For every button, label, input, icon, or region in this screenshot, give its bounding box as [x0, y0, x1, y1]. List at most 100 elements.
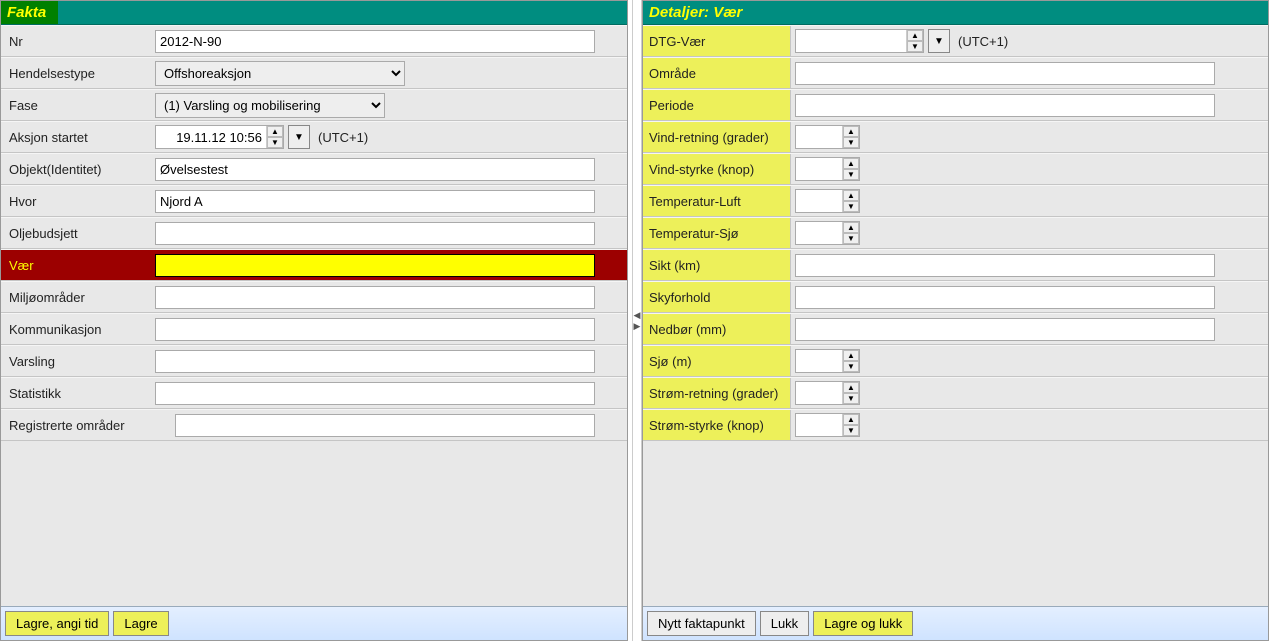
row-varsling: Varsling	[1, 345, 627, 377]
spin-down-icon[interactable]: ▼	[843, 361, 859, 372]
row-temp-sjo: Temperatur-Sjø ▲▼	[643, 217, 1268, 249]
spin-up-icon[interactable]: ▲	[843, 190, 859, 201]
row-temp-luft: Temperatur-Luft ▲▼	[643, 185, 1268, 217]
input-sjo[interactable]	[796, 350, 842, 372]
calendar-dropdown-icon[interactable]: ▼	[928, 29, 950, 53]
spin-up-icon[interactable]: ▲	[843, 158, 859, 169]
label-statistikk: Statistikk	[5, 386, 155, 401]
input-temp-sjo[interactable]	[796, 222, 842, 244]
label-vind-styrke: Vind-styrke (knop)	[643, 154, 791, 184]
fakta-title: Fakta	[1, 1, 58, 24]
spin-dtg[interactable]: ▲▼	[906, 30, 923, 52]
row-sjo: Sjø (m) ▲▼	[643, 345, 1268, 377]
input-nedbor[interactable]	[795, 318, 1215, 341]
label-fase: Fase	[5, 98, 155, 113]
row-periode: Periode	[643, 89, 1268, 121]
input-objekt[interactable]	[155, 158, 595, 181]
input-sikt[interactable]	[795, 254, 1215, 277]
input-periode[interactable]	[795, 94, 1215, 117]
input-miljo[interactable]	[155, 286, 595, 309]
spinner-vind-retning[interactable]: ▲▼	[795, 125, 860, 149]
label-strom-styrke: Strøm-styrke (knop)	[643, 410, 791, 440]
nytt-faktapunkt-button[interactable]: Nytt faktapunkt	[647, 611, 756, 636]
input-skyforhold[interactable]	[795, 286, 1215, 309]
datetime-aksjon[interactable]: ▲▼	[155, 125, 284, 149]
detaljer-panel: Detaljer: Vær DTG-Vær ▲▼ ▼ (UTC+1) Områd…	[642, 0, 1269, 641]
input-statistikk[interactable]	[155, 382, 595, 405]
input-komm[interactable]	[155, 318, 595, 341]
select-fase[interactable]: (1) Varsling og mobilisering	[155, 93, 385, 118]
label-objekt: Objekt(Identitet)	[5, 162, 155, 177]
input-vaer[interactable]	[155, 254, 595, 277]
input-omrade[interactable]	[795, 62, 1215, 85]
select-hendelsestype[interactable]: Offshoreaksjon	[155, 61, 405, 86]
row-vaer[interactable]: Vær	[1, 249, 627, 281]
spin-down-icon[interactable]: ▼	[843, 393, 859, 404]
input-strom-styrke[interactable]	[796, 414, 842, 436]
input-varsling[interactable]	[155, 350, 595, 373]
spin-down-icon[interactable]: ▼	[843, 201, 859, 212]
lukk-button[interactable]: Lukk	[760, 611, 809, 636]
splitter[interactable]: ◀ ▶	[632, 0, 642, 641]
fakta-body: Nr Hendelsestype Offshoreaksjon Fase (1)…	[1, 25, 627, 606]
spin-aksjon[interactable]: ▲▼	[266, 126, 283, 148]
chevron-left-icon: ◀	[634, 311, 641, 320]
spin-down-icon[interactable]: ▼	[843, 425, 859, 436]
label-sikt: Sikt (km)	[643, 250, 791, 280]
input-hvor[interactable]	[155, 190, 595, 213]
spinner-strom-styrke[interactable]: ▲▼	[795, 413, 860, 437]
input-oljebudsjett[interactable]	[155, 222, 595, 245]
spinner-temp-luft[interactable]: ▲▼	[795, 189, 860, 213]
spin-up-icon[interactable]: ▲	[843, 382, 859, 393]
spin-up-icon[interactable]: ▲	[907, 30, 923, 41]
fakta-footer: Lagre, angi tid Lagre	[1, 606, 627, 640]
spinner-vind-styrke[interactable]: ▲▼	[795, 157, 860, 181]
spin-down-icon[interactable]: ▼	[843, 169, 859, 180]
row-fase: Fase (1) Varsling og mobilisering	[1, 89, 627, 121]
input-vind-styrke[interactable]	[796, 158, 842, 180]
spin-down-icon[interactable]: ▼	[843, 233, 859, 244]
row-objekt: Objekt(Identitet)	[1, 153, 627, 185]
label-hvor: Hvor	[5, 194, 155, 209]
label-vaer: Vær	[5, 258, 155, 273]
row-omrade: Område	[643, 57, 1268, 89]
suffix-utc-right: (UTC+1)	[954, 34, 1008, 49]
input-dtg[interactable]	[796, 30, 906, 52]
label-omrade: Område	[643, 58, 791, 88]
lagre-button[interactable]: Lagre	[113, 611, 168, 636]
lagre-angi-tid-button[interactable]: Lagre, angi tid	[5, 611, 109, 636]
label-sjo: Sjø (m)	[643, 346, 791, 376]
label-nedbor: Nedbør (mm)	[643, 314, 791, 344]
spin-down-icon[interactable]: ▼	[907, 41, 923, 52]
input-reg[interactable]	[175, 414, 595, 437]
input-strom-retning[interactable]	[796, 382, 842, 404]
input-nr[interactable]	[155, 30, 595, 53]
input-aksjon-startet[interactable]	[156, 126, 266, 148]
row-miljo: Miljøområder	[1, 281, 627, 313]
spinner-sjo[interactable]: ▲▼	[795, 349, 860, 373]
input-vind-retning[interactable]	[796, 126, 842, 148]
label-strom-retning: Strøm-retning (grader)	[643, 378, 791, 408]
spin-down-icon[interactable]: ▼	[267, 137, 283, 148]
spinner-strom-retning[interactable]: ▲▼	[795, 381, 860, 405]
row-strom-retning: Strøm-retning (grader) ▲▼	[643, 377, 1268, 409]
spin-up-icon[interactable]: ▲	[843, 414, 859, 425]
spinner-temp-sjo[interactable]: ▲▼	[795, 221, 860, 245]
input-temp-luft[interactable]	[796, 190, 842, 212]
suffix-utc-left: (UTC+1)	[314, 130, 368, 145]
spin-up-icon[interactable]: ▲	[843, 126, 859, 137]
label-varsling: Varsling	[5, 354, 155, 369]
spin-up-icon[interactable]: ▲	[843, 222, 859, 233]
row-nedbor: Nedbør (mm)	[643, 313, 1268, 345]
spin-down-icon[interactable]: ▼	[843, 137, 859, 148]
spin-up-icon[interactable]: ▲	[267, 126, 283, 137]
row-hvor: Hvor	[1, 185, 627, 217]
row-reg: Registrerte områder	[1, 409, 627, 441]
row-dtg: DTG-Vær ▲▼ ▼ (UTC+1)	[643, 25, 1268, 57]
lagre-og-lukk-button[interactable]: Lagre og lukk	[813, 611, 913, 636]
chevron-right-icon: ▶	[634, 322, 641, 331]
detaljer-title: Detaljer: Vær	[643, 1, 754, 24]
spin-up-icon[interactable]: ▲	[843, 350, 859, 361]
calendar-dropdown-icon[interactable]: ▼	[288, 125, 310, 149]
datetime-dtg[interactable]: ▲▼	[795, 29, 924, 53]
